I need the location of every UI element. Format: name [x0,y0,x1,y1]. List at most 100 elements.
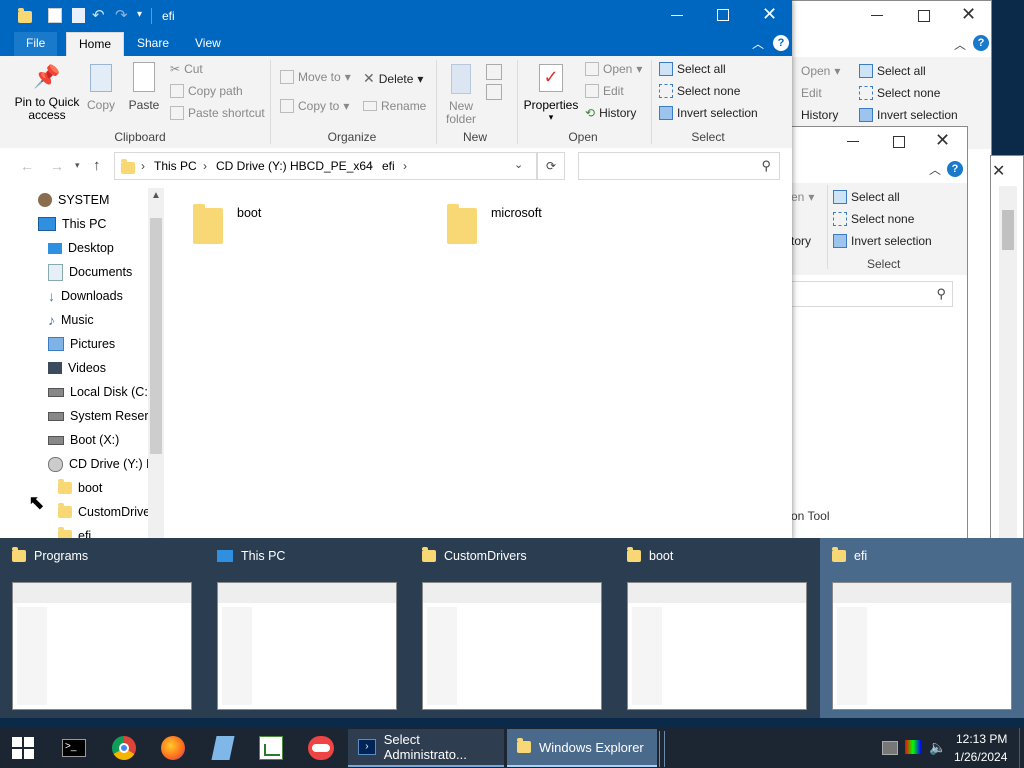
copy-to-button[interactable]: Copy to ▾ [280,99,349,113]
tab-share[interactable]: Share [125,32,181,56]
open-button[interactable]: Open ▾ [585,62,642,76]
close-icon[interactable]: ✕ [992,161,1005,181]
clock-time[interactable]: 12:13 PM [956,732,1007,746]
history-button[interactable]: History [801,108,838,122]
copy-path-button[interactable]: Copy path [170,84,243,98]
spreadsheet-icon[interactable] [259,736,283,760]
chevron-up-icon[interactable]: ︿ [954,36,966,53]
thumbnail-efi[interactable]: efi [820,538,1024,718]
open-button[interactable]: Open ▾ [801,64,840,78]
nav-videos[interactable]: Videos [48,357,106,379]
help-icon[interactable]: ? [947,161,963,177]
new-folder-quick-icon[interactable] [72,8,85,23]
display-color-icon[interactable] [905,740,921,754]
file-list[interactable]: boot microsoft [165,188,792,540]
undo-icon[interactable]: ↶ [92,6,105,24]
select-all-button[interactable]: Select all [833,190,900,204]
refresh-button[interactable]: ⟳ [537,152,565,180]
properties-button[interactable]: ✓ Properties ▾ [522,64,580,123]
windows-start-icon[interactable] [12,737,34,759]
nav-music[interactable]: ♪ Music [48,309,94,331]
search-box[interactable]: ⚲ [791,281,953,307]
nav-this-pc[interactable]: This PC [38,213,106,235]
tab-file[interactable]: File [14,32,58,56]
nav-system[interactable]: SYSTEM [38,189,109,211]
folder-item[interactable]: microsoft [447,202,542,244]
properties-quick-icon[interactable] [48,8,62,23]
thumbnail-customdrivers[interactable]: CustomDrivers [410,538,608,718]
maximize-button[interactable] [918,10,930,22]
nav-system-reserved[interactable]: System Reserve [48,405,162,427]
help-icon[interactable]: ? [773,35,789,51]
select-none-button[interactable]: Select none [833,212,914,226]
nav-downloads[interactable]: ↓ Downloads [48,285,123,307]
volume-muted-icon[interactable]: 🔈 [929,739,946,756]
breadcrumb-cd-drive[interactable]: CD Drive (Y:) HBCD_PE_x64 [216,159,373,173]
paste-shortcut-button[interactable]: Paste shortcut [170,106,265,120]
back-button[interactable]: ← [20,158,34,174]
move-to-button[interactable]: Move to ▾ [280,70,351,84]
thumbnail-programs[interactable]: Programs [0,538,198,718]
close-button[interactable]: ✕ [961,4,976,25]
firefox-icon[interactable] [161,736,185,760]
select-all-button[interactable]: Select all [659,62,726,76]
invert-selection-button[interactable]: Invert selection [659,106,758,120]
taskbar-button-windows-explorer[interactable]: Windows Explorer [507,729,657,767]
chevron-up-icon[interactable]: ︿ [929,161,941,178]
thumbnail-this-pc[interactable]: This PC [205,538,403,718]
breadcrumb-this-pc[interactable]: This PC [154,159,197,173]
taskbar-button-administrator[interactable]: › Select Administrato... [348,729,504,767]
up-button[interactable]: ↑ [93,157,101,174]
notepad-icon[interactable] [211,736,235,760]
easy-access-icon[interactable] [486,84,502,100]
address-dropdown-icon[interactable]: ⌄ [514,158,523,171]
help-icon[interactable]: ? [973,35,989,51]
chrome-icon[interactable] [112,736,136,760]
minimize-button[interactable] [871,15,883,16]
select-all-button[interactable]: Select all [859,64,926,78]
explorer-window[interactable]: ↶ ↷ ▾ efi ✕ File Home Share View ︿ ? 📌 P… [0,0,792,540]
maximize-button[interactable] [893,136,905,148]
cut-button[interactable]: ✂ Cut [170,62,203,76]
thumbnail-boot[interactable]: boot [615,538,813,718]
breadcrumb-efi[interactable]: efi [382,159,395,173]
copy-button[interactable]: Copy [86,64,116,112]
nav-boot-x[interactable]: Boot (X:) [48,429,119,451]
scroll-up-icon[interactable]: ▲ [151,190,161,201]
search-box[interactable]: ⚲ [578,152,780,180]
nav-cd-drive-y[interactable]: CD Drive (Y:) H [48,453,155,475]
edit-button[interactable]: Edit [801,86,822,100]
nav-scrollbar[interactable]: ▲ [148,188,164,540]
nav-local-disk-c[interactable]: Local Disk (C:) [48,381,152,403]
forward-button[interactable]: → [50,158,64,174]
nav-desktop[interactable]: Desktop [48,237,114,259]
command-prompt-icon[interactable]: >_ [62,739,86,757]
clock-date[interactable]: 1/26/2024 [954,750,1007,764]
navigation-pane[interactable]: SYSTEM This PC Desktop Documents ↓ Downlo… [8,188,164,540]
background-window-3[interactable]: ✕ [990,155,1024,541]
recent-locations-button[interactable]: ▾ [75,160,80,171]
edit-button[interactable]: Edit [585,84,624,98]
minimize-button[interactable] [847,141,859,142]
scrollbar[interactable] [999,186,1017,541]
delete-button[interactable]: ✕ Delete ▾ [363,70,423,87]
new-folder-button[interactable]: New folder [442,64,480,126]
tab-view[interactable]: View [183,32,233,56]
customize-toolbar-icon[interactable]: ▾ [137,9,142,20]
nav-boot-folder[interactable]: boot [58,477,102,499]
invert-selection-button[interactable]: Invert selection [859,108,958,122]
network-icon[interactable] [882,741,898,755]
minimize-button[interactable] [671,15,683,16]
folder-item[interactable]: boot [193,202,261,244]
redo-icon[interactable]: ↷ [115,6,128,24]
paste-button[interactable]: Paste [128,62,160,112]
chevron-up-icon[interactable]: ︿ [752,35,764,52]
nav-documents[interactable]: Documents [48,261,132,283]
address-bar[interactable]: › This PC › CD Drive (Y:) HBCD_PE_x64 › … [114,152,537,180]
maximize-button[interactable] [717,9,729,21]
rename-button[interactable]: Rename [363,99,426,113]
tab-home[interactable]: Home [66,32,125,57]
nav-pictures[interactable]: Pictures [48,333,115,355]
title-bar[interactable]: ↶ ↷ ▾ efi ✕ [0,0,792,32]
history-button[interactable]: tory [791,234,811,248]
